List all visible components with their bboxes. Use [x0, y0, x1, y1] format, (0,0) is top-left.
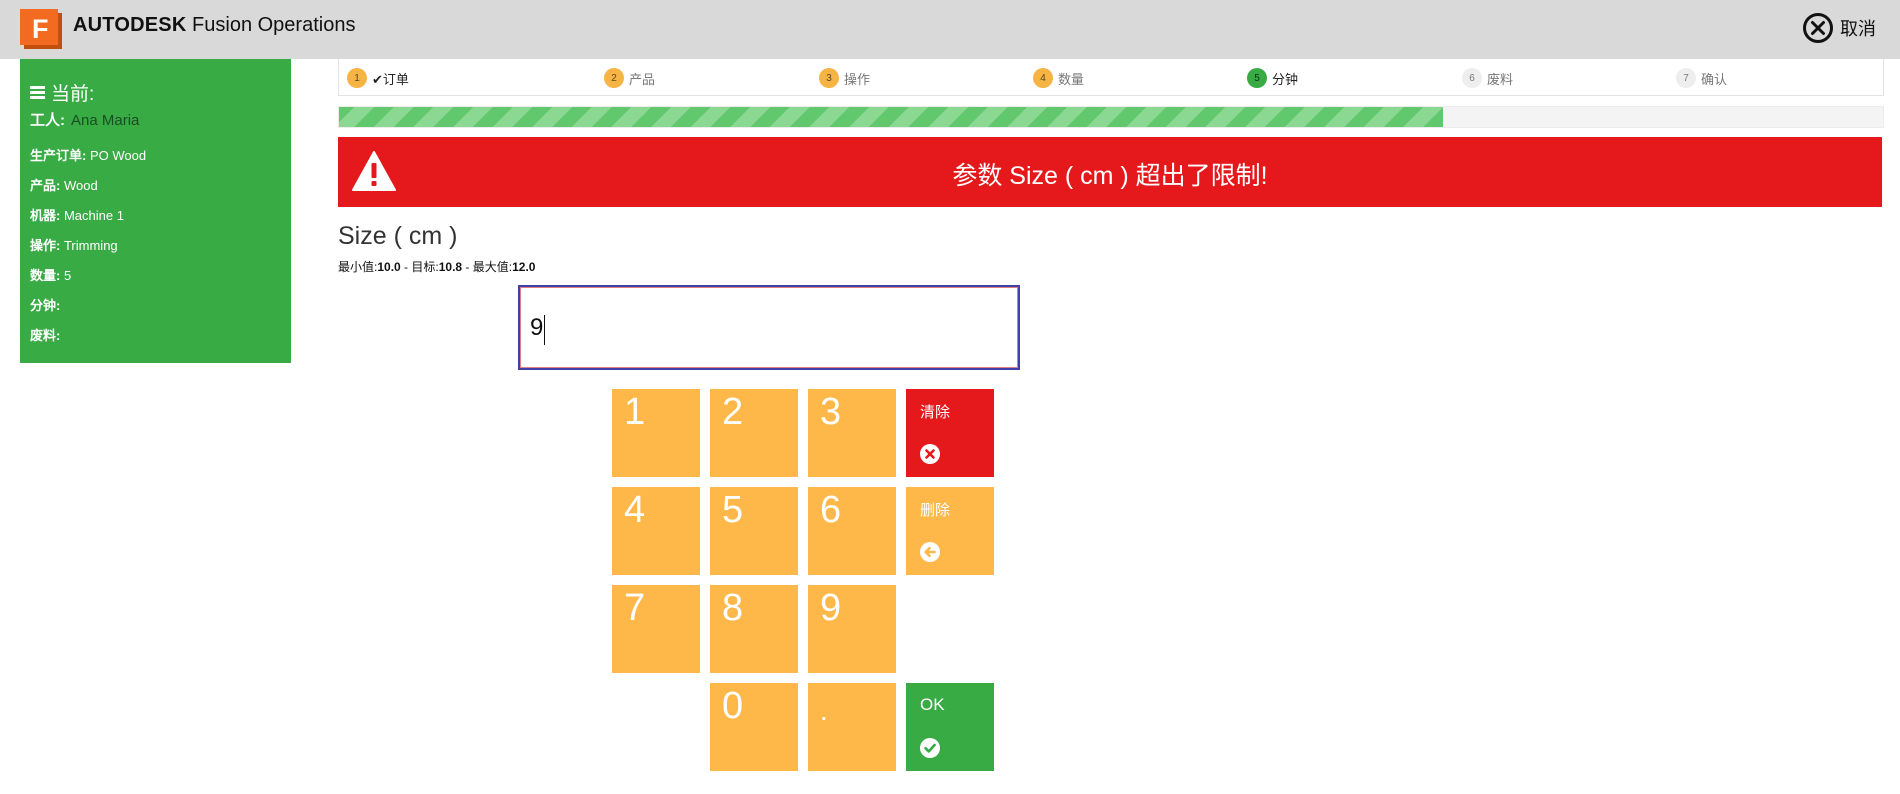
clear-button[interactable]: 清除 [906, 389, 994, 477]
worker-row: 工人: Ana Maria [30, 109, 139, 130]
clear-label: 清除 [920, 404, 951, 421]
info-row-product: 产品: Wood [30, 175, 98, 194]
close-circle-icon [1803, 13, 1833, 43]
text-caret [544, 315, 545, 345]
info-value: Trimming [63, 238, 118, 253]
wizard-progress-bar [338, 106, 1884, 128]
step-order[interactable]: 1 ✔订单 [347, 68, 409, 88]
key-0[interactable]: 0 [710, 683, 798, 771]
panel-title-text: 当前: [51, 84, 95, 105]
step-number: 4 [1033, 68, 1053, 88]
panel-title: 当前: [30, 79, 94, 106]
check-circle-icon [920, 738, 940, 758]
separator: - [462, 260, 473, 274]
step-label: 废料 [1487, 71, 1514, 87]
separator: - [400, 260, 412, 274]
brand-product: Fusion Operations [192, 14, 356, 36]
step-number: 2 [604, 68, 624, 88]
key-4[interactable]: 4 [612, 487, 700, 575]
ok-button[interactable]: OK [906, 683, 994, 771]
info-value: PO Wood [89, 148, 147, 163]
step-label: 产品 [629, 71, 656, 87]
step-confirm[interactable]: 7 确认 [1676, 68, 1727, 88]
current-info-panel: 当前: 工人: Ana Maria 生产订单: PO Wood 产品: Wood … [20, 59, 291, 363]
info-key: 分钟: [30, 298, 61, 313]
limit-alert-banner: 参数 Size ( cm ) 超出了限制! [338, 137, 1882, 207]
step-number: 7 [1676, 68, 1696, 88]
ok-label: OK [920, 695, 945, 714]
value-input-container[interactable] [518, 285, 1020, 370]
key-3[interactable]: 3 [808, 389, 896, 477]
cancel-button[interactable]: 取消 [1802, 12, 1876, 44]
info-key: 废料: [30, 328, 61, 343]
worker-value: Ana Maria [71, 112, 140, 129]
delete-button[interactable]: 删除 [906, 487, 994, 575]
step-label: 确认 [1701, 71, 1728, 87]
key-6[interactable]: 6 [808, 487, 896, 575]
close-circle-icon [920, 444, 940, 464]
step-scrap[interactable]: 6 废料 [1462, 68, 1513, 88]
step-number: 5 [1247, 68, 1267, 88]
info-key: 操作: [30, 238, 61, 253]
cancel-label: 取消 [1840, 19, 1876, 39]
worker-label: 工人: [30, 112, 65, 129]
min-value: 10.0 [377, 260, 401, 274]
info-key: 数量: [30, 268, 61, 283]
info-row-scrap: 废料: [30, 325, 60, 344]
delete-label: 删除 [920, 502, 951, 519]
alert-message: 参数 Size ( cm ) 超出了限制! [952, 162, 1268, 190]
info-row-order: 生产订单: PO Wood [30, 145, 146, 164]
info-key: 生产订单: [30, 148, 87, 163]
value-input[interactable] [520, 287, 1018, 368]
target-label: 目标: [411, 260, 439, 274]
wizard-steps: 1 ✔订单 2 产品 3 操作 4 数量 5 分钟 6 废料 7 确认 [338, 59, 1884, 96]
max-label: 最大值: [472, 260, 513, 274]
key-decimal[interactable]: . [808, 683, 896, 771]
app-brand: AUTODESK Fusion Operations [73, 14, 355, 37]
check-icon: ✔ [372, 71, 383, 87]
menu-icon [30, 84, 45, 101]
target-value: 10.8 [438, 260, 463, 274]
step-label: 操作 [844, 71, 871, 87]
svg-text:F: F [32, 14, 49, 44]
step-label: 分钟 [1272, 71, 1299, 87]
step-label-text: 订单 [382, 71, 409, 87]
info-row-operation: 操作: Trimming [30, 235, 118, 254]
min-label: 最小值: [338, 260, 378, 274]
step-number: 6 [1462, 68, 1482, 88]
arrow-left-circle-icon [920, 542, 940, 562]
step-operation[interactable]: 3 操作 [819, 68, 870, 88]
brand-autodesk: AUTODESK [73, 14, 187, 36]
info-value: Machine 1 [63, 208, 124, 223]
key-9[interactable]: 9 [808, 585, 896, 673]
info-key: 机器: [30, 208, 61, 223]
fusion-logo-icon: F [20, 9, 62, 49]
info-row-machine: 机器: Machine 1 [30, 205, 124, 224]
key-7[interactable]: 7 [612, 585, 700, 673]
key-2[interactable]: 2 [710, 389, 798, 477]
step-label: ✔订单 [372, 69, 409, 88]
max-value: 12.0 [512, 260, 536, 274]
key-8[interactable]: 8 [710, 585, 798, 673]
key-1[interactable]: 1 [612, 389, 700, 477]
info-value: 5 [63, 268, 72, 283]
key-5[interactable]: 5 [710, 487, 798, 575]
parameter-name: Size ( cm ) [338, 222, 458, 250]
info-row-minutes: 分钟: [30, 295, 60, 314]
step-product[interactable]: 2 产品 [604, 68, 655, 88]
info-key: 产品: [30, 178, 61, 193]
step-quantity[interactable]: 4 数量 [1033, 68, 1084, 88]
step-number: 3 [819, 68, 839, 88]
step-label: 数量 [1058, 71, 1085, 87]
parameter-limits: 最小值:10.0 - 目标:10.8 - 最大值:12.0 [338, 258, 535, 275]
info-value: Wood [63, 178, 98, 193]
step-number: 1 [347, 68, 367, 88]
step-minutes[interactable]: 5 分钟 [1247, 68, 1298, 88]
info-row-quantity: 数量: 5 [30, 265, 71, 284]
app-header: F AUTODESK Fusion Operations 取消 [0, 0, 1900, 59]
progress-fill [339, 107, 1443, 127]
